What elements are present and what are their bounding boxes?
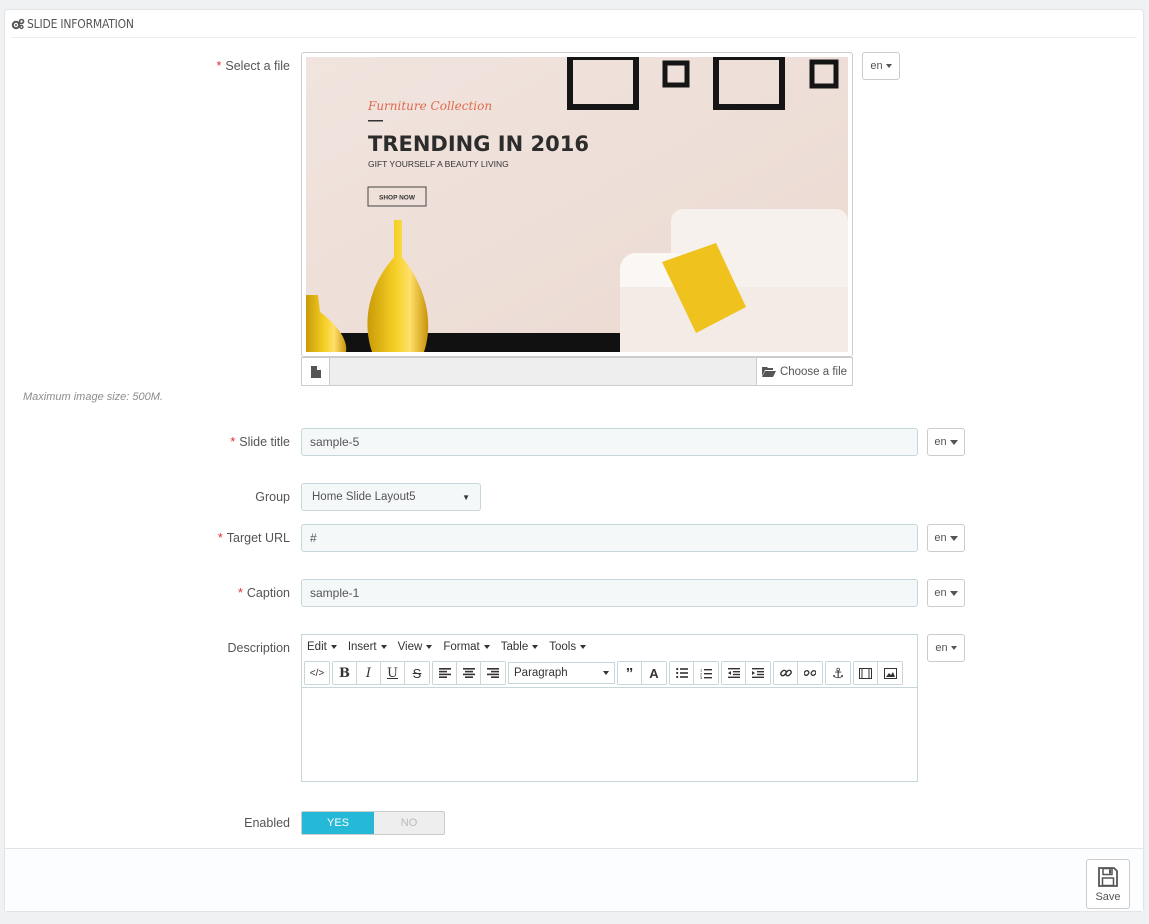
file-lang-dropdown[interactable]: en (862, 52, 900, 80)
preview-cta: SHOP NOW (379, 195, 416, 202)
slide-title-label: * Slide title (230, 435, 290, 449)
code-icon[interactable]: </> (305, 662, 329, 684)
blockquote-icon[interactable]: ” (618, 662, 642, 684)
italic-icon[interactable]: I (357, 662, 381, 684)
menu-view[interactable]: View (398, 641, 433, 653)
menu-tools[interactable]: Tools (549, 641, 587, 653)
target-url-label: * Target URL (217, 531, 290, 545)
bold-icon[interactable]: B (333, 662, 357, 684)
save-icon (1098, 866, 1118, 887)
block-format-select[interactable]: Paragraph (508, 662, 615, 684)
target-url-lang-dropdown[interactable]: en (927, 524, 965, 552)
align-left-icon[interactable] (433, 662, 457, 684)
description-lang-dropdown[interactable]: en (927, 634, 965, 662)
editor-menubar: Edit Insert View Format Table Tools (302, 635, 917, 659)
editor-toolbar: </> B I U S Paragraph ” A 123 ⚓ (302, 659, 917, 688)
target-url-input[interactable]: # (301, 524, 918, 552)
panel-title: Slide information (27, 16, 134, 31)
caption-label: * Caption (238, 586, 290, 600)
svg-text:3: 3 (700, 675, 703, 679)
description-label: Description (227, 641, 290, 655)
enabled-no-option[interactable]: NO (374, 812, 444, 834)
anchor-icon[interactable]: ⚓ (826, 662, 850, 684)
select-arrow-icon: ▼ (462, 492, 470, 502)
group-label: Group (255, 490, 290, 504)
caret-down-icon (603, 671, 609, 675)
caret-down-icon (949, 590, 958, 596)
save-button[interactable]: Save (1086, 859, 1130, 909)
outdent-icon[interactable] (722, 662, 746, 684)
panel-footer: Save (5, 848, 1143, 911)
slide-title-lang-dropdown[interactable]: en (927, 428, 965, 456)
underline-icon[interactable]: U (381, 662, 405, 684)
preview-headline: TRENDING IN 2016 (368, 132, 589, 156)
media-icon[interactable] (854, 662, 878, 684)
slide-title-input[interactable]: sample-5 (301, 428, 918, 456)
enabled-switch[interactable]: YES NO (301, 811, 445, 835)
menu-insert[interactable]: Insert (348, 641, 387, 653)
editor-content-area[interactable] (302, 688, 917, 780)
description-editor: Edit Insert View Format Table Tools </> … (301, 634, 918, 782)
max-size-hint: Maximum image size: 500M. (23, 391, 163, 403)
align-center-icon[interactable] (457, 662, 481, 684)
group-select[interactable]: Home Slide Layout5 ▼ (301, 483, 481, 511)
strikethrough-icon[interactable]: S (405, 662, 429, 684)
select-file-label: * Select a file (216, 59, 291, 73)
align-right-icon[interactable] (481, 662, 505, 684)
caret-down-icon (949, 535, 958, 541)
bullet-list-icon[interactable] (670, 662, 694, 684)
enabled-yes-option[interactable]: YES (302, 812, 374, 834)
image-preview: Furniture Collection TRENDING IN 2016 GI… (301, 52, 853, 357)
caret-down-icon (885, 64, 892, 68)
menu-edit[interactable]: Edit (307, 641, 337, 653)
indent-icon[interactable] (746, 662, 770, 684)
enabled-label: Enabled (244, 816, 290, 830)
link-icon[interactable] (774, 662, 798, 684)
text-color-icon[interactable]: A (642, 662, 666, 684)
slide-information-panel: Slide information * Select a file (4, 9, 1144, 912)
preview-subline: GIFT YOURSELF A BEAUTY LIVING (368, 159, 509, 169)
folder-open-icon (761, 367, 776, 377)
panel-heading: Slide information (11, 10, 1137, 38)
caret-down-icon (949, 439, 958, 445)
choose-file-button[interactable]: Choose a file (756, 358, 852, 385)
image-icon[interactable] (878, 662, 902, 684)
numbered-list-icon[interactable]: 123 (694, 662, 718, 684)
caption-input[interactable]: sample-1 (301, 579, 918, 607)
file-icon (302, 358, 330, 385)
unlink-icon[interactable] (798, 662, 822, 684)
caret-down-icon (950, 646, 957, 650)
slide-preview-image: Furniture Collection TRENDING IN 2016 GI… (306, 57, 848, 352)
preview-script-title: Furniture Collection (367, 99, 492, 113)
file-name-field[interactable] (330, 358, 756, 385)
menu-table[interactable]: Table (501, 641, 539, 653)
file-input-group: Choose a file (301, 357, 853, 386)
menu-format[interactable]: Format (443, 641, 490, 653)
cogs-icon (11, 18, 25, 29)
caption-lang-dropdown[interactable]: en (927, 579, 965, 607)
